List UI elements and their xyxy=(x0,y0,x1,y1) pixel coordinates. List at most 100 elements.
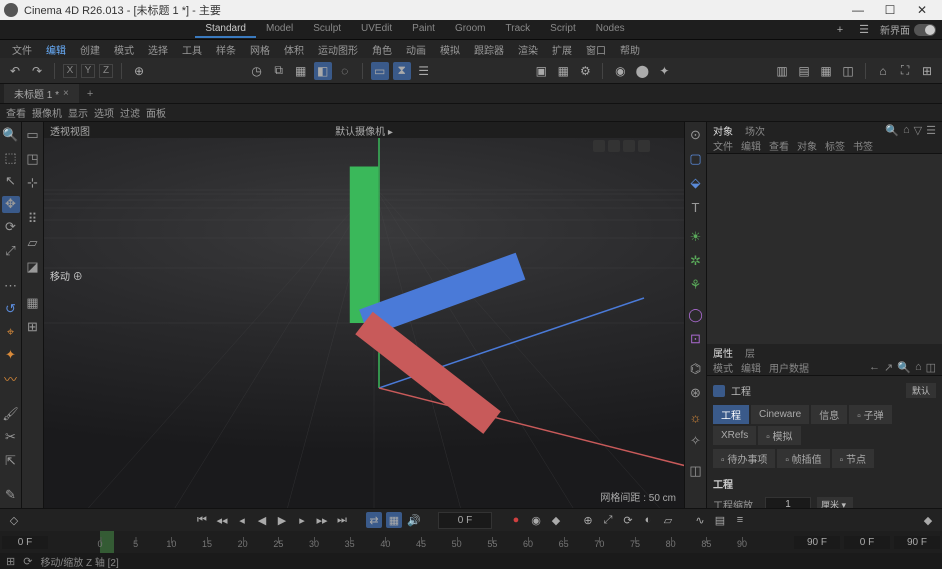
attr-userdata-menu[interactable]: 用户数据 xyxy=(769,360,809,375)
menu-0[interactable]: 文件 xyxy=(6,40,38,59)
vp-menu-4[interactable]: 过滤 xyxy=(120,105,140,120)
tab-takes[interactable]: 场次 xyxy=(745,123,765,138)
knife-tool-icon[interactable]: ✂ xyxy=(2,429,20,446)
menu-17[interactable]: 帮助 xyxy=(614,40,646,59)
vp-menu-1[interactable]: 摄像机 xyxy=(32,105,62,120)
menu-8[interactable]: 体积 xyxy=(278,40,310,59)
layout-tab-track[interactable]: Track xyxy=(496,21,541,38)
menu-4[interactable]: 选择 xyxy=(142,40,174,59)
cursor-icon[interactable]: ↖ xyxy=(2,172,20,189)
live-select-icon[interactable]: ⬚ xyxy=(2,149,20,166)
edges-mode-icon[interactable]: ▱ xyxy=(24,234,42,252)
range-start-2[interactable]: 0 F xyxy=(844,536,890,549)
goto-end-icon[interactable]: ⏭ xyxy=(334,512,350,528)
viewport-camera-label[interactable]: 默认摄像机 ▸ xyxy=(335,123,393,138)
menu-2[interactable]: 创建 xyxy=(74,40,106,59)
view-config-icon[interactable]: ⊞ xyxy=(918,62,936,80)
workplane-icon[interactable]: ▦ xyxy=(292,62,310,80)
next-key-icon[interactable]: ▸▸ xyxy=(314,512,330,528)
loop-icon[interactable]: ⇄ xyxy=(366,512,382,528)
volume-icon[interactable]: ✧ xyxy=(687,432,705,450)
undo-icon[interactable]: ↶ xyxy=(6,62,24,80)
render-pv-icon[interactable]: ▦ xyxy=(554,62,572,80)
layout-1-icon[interactable]: ▥ xyxy=(773,62,791,80)
close-button[interactable]: ✕ xyxy=(906,0,938,20)
proj-tab2-1[interactable]: ▫ 帧插值 xyxy=(777,449,829,468)
attr-edit-menu[interactable]: 编辑 xyxy=(741,360,761,375)
proj-tab-5[interactable]: ▫ 模拟 xyxy=(758,426,800,445)
attr-pin-icon[interactable]: ◫ xyxy=(926,361,936,374)
menu-12[interactable]: 模拟 xyxy=(434,40,466,59)
panel-filter-icon[interactable]: ▽ xyxy=(914,124,922,137)
generator-icon[interactable]: ✲ xyxy=(687,252,705,270)
timeline-ruler[interactable]: 0 F 051015202530354045505560657075808590… xyxy=(0,531,942,553)
status-grid-icon[interactable]: ⊞ xyxy=(6,555,15,568)
play-icon[interactable]: ▶ xyxy=(274,512,290,528)
proj-tab-0[interactable]: 工程 xyxy=(713,405,749,424)
menu-1[interactable]: 编辑 xyxy=(40,40,72,59)
axis-y-toggle[interactable]: Y xyxy=(81,64,95,78)
camera-object-icon[interactable]: ⊛ xyxy=(687,384,705,402)
texture-mode-icon[interactable]: ▦ xyxy=(24,294,42,312)
layout-4-icon[interactable]: ◫ xyxy=(839,62,857,80)
dopesheet-icon[interactable]: ▤ xyxy=(712,512,728,528)
autokey-icon[interactable]: ◉ xyxy=(528,512,544,528)
range-end-1[interactable]: 90 F xyxy=(794,536,840,549)
tab-objects[interactable]: 对象 xyxy=(713,123,733,138)
tab-layers[interactable]: 层 xyxy=(745,345,755,360)
interface-toggle[interactable] xyxy=(914,24,936,36)
panel-menu-icon[interactable]: ☰ xyxy=(926,124,936,137)
range-end-2[interactable]: 90 F xyxy=(894,536,940,549)
record-icon[interactable]: ● xyxy=(508,512,524,528)
sound-icon[interactable]: 🔊 xyxy=(406,512,422,528)
tab-attributes[interactable]: 属性 xyxy=(713,345,733,360)
primitives-icon[interactable]: ⬙ xyxy=(687,174,705,192)
proj-tab-2[interactable]: 信息 xyxy=(811,405,847,424)
render-view-icon[interactable]: ▣ xyxy=(532,62,550,80)
document-tab[interactable]: 未标题 1 * × xyxy=(4,84,79,103)
edit-later-icon[interactable]: ✎ xyxy=(2,487,20,504)
range-start-1[interactable]: 0 F xyxy=(2,536,48,549)
layout-tab-groom[interactable]: Groom xyxy=(445,21,496,38)
vp-menu-0[interactable]: 查看 xyxy=(6,105,26,120)
deformer-icon[interactable]: ◯ xyxy=(687,306,705,324)
render-settings-icon[interactable]: ⚙ xyxy=(576,62,594,80)
magnify-icon[interactable]: 🔍 xyxy=(2,126,20,143)
obj-menu-2[interactable]: 查看 xyxy=(769,138,789,153)
attr-lock-icon[interactable]: ⌂ xyxy=(915,361,922,374)
key-param-icon[interactable]: ◐ xyxy=(640,512,656,528)
picture-viewer-icon[interactable]: ◉ xyxy=(611,62,629,80)
axis-x-toggle[interactable]: X xyxy=(63,64,77,78)
minimize-button[interactable]: — xyxy=(842,0,874,20)
object-manager-area[interactable] xyxy=(707,154,942,344)
attr-back-icon[interactable]: ← xyxy=(869,361,880,374)
history-icon[interactable]: ◷ xyxy=(248,62,266,80)
layout-tab-paint[interactable]: Paint xyxy=(402,21,445,38)
attr-fwd-icon[interactable]: ↗ xyxy=(884,361,893,374)
snap-icon[interactable]: ⧉ xyxy=(270,62,288,80)
axis-z-toggle[interactable]: Z xyxy=(99,64,113,78)
layout-tab-script[interactable]: Script xyxy=(540,21,586,38)
brush-tool-icon[interactable]: 🖌 xyxy=(2,406,20,423)
obj-menu-1[interactable]: 编辑 xyxy=(741,138,761,153)
axis-tool-icon[interactable]: ⌖ xyxy=(2,323,20,340)
obj-menu-4[interactable]: 标签 xyxy=(825,138,845,153)
panel-search-icon[interactable]: 🔍 xyxy=(885,124,899,137)
axis-mode-icon[interactable]: ⊹ xyxy=(24,174,42,192)
locks-icon[interactable]: ☰ xyxy=(415,62,433,80)
viewport-3d[interactable]: 移动 ⊕ 网格间距 : 50 cm xyxy=(44,138,684,508)
environment-icon[interactable]: ☼ xyxy=(687,408,705,426)
layout-menu-icon[interactable]: ☰ xyxy=(856,22,872,38)
goto-start-icon[interactable]: ⏮ xyxy=(194,512,210,528)
obj-menu-5[interactable]: 书签 xyxy=(853,138,873,153)
playback-mode-icon[interactable]: ▦ xyxy=(386,512,402,528)
obj-menu-0[interactable]: 文件 xyxy=(713,138,733,153)
view-expand-icon[interactable]: ⛶ xyxy=(896,62,914,80)
content-browser-icon[interactable]: ✦ xyxy=(655,62,673,80)
menu-15[interactable]: 扩展 xyxy=(546,40,578,59)
field-icon[interactable]: ⊡ xyxy=(687,330,705,348)
menu-10[interactable]: 角色 xyxy=(366,40,398,59)
panel-home-icon[interactable]: ⌂ xyxy=(903,124,910,137)
menu-6[interactable]: 样条 xyxy=(210,40,242,59)
key-pla-icon[interactable]: ▱ xyxy=(660,512,676,528)
